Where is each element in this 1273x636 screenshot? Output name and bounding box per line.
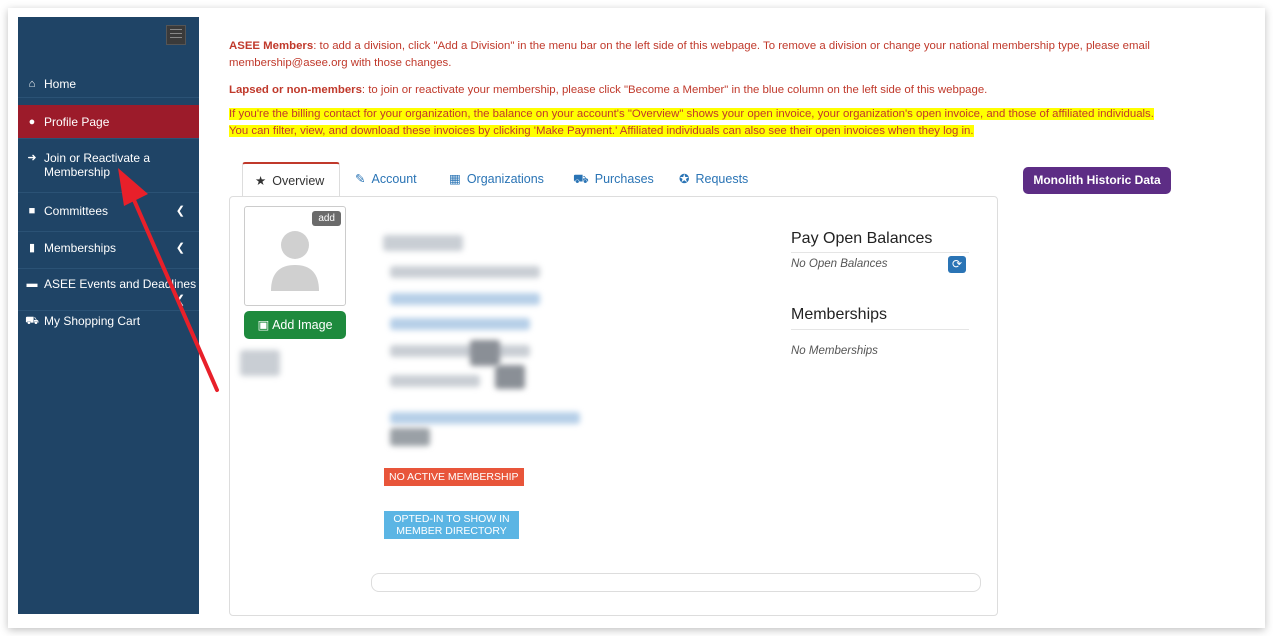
pay-open-balances-title: Pay Open Balances xyxy=(791,230,933,247)
user-icon: ● xyxy=(28,116,36,128)
chevron-left-icon: ❮ xyxy=(175,294,185,306)
sidebar-item-label: My Shopping Cart xyxy=(44,314,141,328)
redacted-text xyxy=(390,375,480,387)
sidebar-item-label: Committees xyxy=(44,204,109,218)
notice-bold: Lapsed or non-members xyxy=(229,84,362,96)
status-badge: NO ACTIVE MEMBERSHIP xyxy=(384,468,524,486)
home-icon: ⌂ xyxy=(28,78,36,90)
memberships-title: Memberships xyxy=(791,306,888,323)
sidebar-item-label: Profile Page xyxy=(44,115,110,129)
sidebar-item-label: Join or Reactivate a Membership xyxy=(44,151,151,179)
tab-organizations[interactable]: ▦ Organizations xyxy=(449,162,544,196)
cart-icon: ⛟ xyxy=(573,172,589,186)
chevron-left-icon: ❮ xyxy=(175,242,185,254)
sidebar-item-memberships[interactable]: ▮ Memberships ❮ xyxy=(18,238,199,269)
bookmark-icon: ▮ xyxy=(28,242,36,254)
button-label: Add Image xyxy=(272,318,333,332)
cart-icon: ⛟ xyxy=(25,315,39,327)
add-image-button[interactable]: ▣ Add Image xyxy=(244,311,346,339)
menu-toggle-icon[interactable] xyxy=(166,25,186,45)
tab-label: Organizations xyxy=(466,172,544,186)
refresh-icon[interactable]: ⟳ xyxy=(948,256,966,273)
redacted-link xyxy=(390,293,540,305)
notice-text: : to add a division, click "Add a Divisi… xyxy=(229,40,1150,69)
briefcase-icon: ■ xyxy=(28,205,36,217)
badge-line: OPTED-IN TO SHOW IN xyxy=(393,513,510,525)
tab-requests[interactable]: ✪ Requests xyxy=(679,162,748,196)
avatar: add xyxy=(244,206,346,306)
lapsed-notice: Lapsed or non-members: to join or reacti… xyxy=(229,82,1249,99)
sidebar-item-label: Memberships xyxy=(44,241,117,255)
redacted-link xyxy=(390,412,580,424)
panel-footer-bar xyxy=(371,573,981,592)
edit-icon: ✎ xyxy=(355,172,366,186)
tab-purchases[interactable]: ⛟ Purchases xyxy=(573,162,654,196)
sidebar-item-home[interactable]: ⌂ Home xyxy=(18,77,199,98)
notice-bold: ASEE Members xyxy=(229,40,314,52)
billing-notice: If you're the billing contact for your o… xyxy=(229,106,1255,140)
tab-label: Account xyxy=(371,172,417,186)
sidebar-item-label: Home xyxy=(44,77,77,91)
sidebar-item-profile-page[interactable]: ● Profile Page xyxy=(18,105,199,139)
notice-text: If you're the billing contact for your o… xyxy=(229,108,1154,120)
open-balances-value: No Open Balances xyxy=(791,258,888,270)
sidebar-item-events[interactable]: ▬ ASEE Events and Deadlines ❮ xyxy=(18,275,199,311)
redacted-text xyxy=(390,345,530,357)
redacted-text xyxy=(390,428,430,446)
redacted-text xyxy=(383,235,463,251)
tab-label: Overview xyxy=(272,174,325,188)
redacted-text xyxy=(240,350,280,376)
notice-text: : to join or reactivate your membership,… xyxy=(361,84,988,96)
add-photo-button[interactable]: add xyxy=(312,211,341,226)
tab-label: Requests xyxy=(695,172,749,186)
sidebar-item-join-reactivate[interactable]: ➜ Join or Reactivate a Membership xyxy=(18,145,199,193)
members-notice: ASEE Members: to add a division, click "… xyxy=(229,38,1249,72)
redacted-text xyxy=(470,340,500,366)
ticket-icon: ▬ xyxy=(26,278,38,290)
sidebar-item-label: ASEE Events and Deadlines xyxy=(44,277,197,291)
redacted-text xyxy=(390,266,540,278)
tab-account[interactable]: ✎ Account xyxy=(355,162,417,196)
chevron-left-icon: ❮ xyxy=(175,205,185,217)
directory-badge: OPTED-IN TO SHOW IN MEMBER DIRECTORY xyxy=(384,511,519,539)
star-icon: ★ xyxy=(255,174,267,188)
memberships-value: No Memberships xyxy=(791,345,878,357)
tab-overview[interactable]: ★ Overview xyxy=(242,162,340,196)
divider xyxy=(791,252,969,253)
divider xyxy=(791,329,969,330)
monolith-historic-data-button[interactable]: Monolith Historic Data xyxy=(1023,167,1171,194)
sidebar-item-committees[interactable]: ■ Committees ❮ xyxy=(18,201,199,232)
tab-label: Purchases xyxy=(594,172,654,186)
image-icon: ▣ xyxy=(257,318,270,332)
sidebar-item-cart[interactable]: ⛟ My Shopping Cart xyxy=(18,312,199,334)
sidebar: ⌂ Home ● Profile Page ➜ Join or Reactiva… xyxy=(18,17,199,614)
redacted-text xyxy=(495,365,525,389)
badge-line: MEMBER DIRECTORY xyxy=(396,525,507,537)
redacted-link xyxy=(390,318,530,330)
building-icon: ▦ xyxy=(449,172,461,186)
arrow-circle-icon: ➜ xyxy=(27,152,37,164)
support-icon: ✪ xyxy=(679,172,690,186)
notice-text: You can filter, view, and download these… xyxy=(229,125,974,137)
